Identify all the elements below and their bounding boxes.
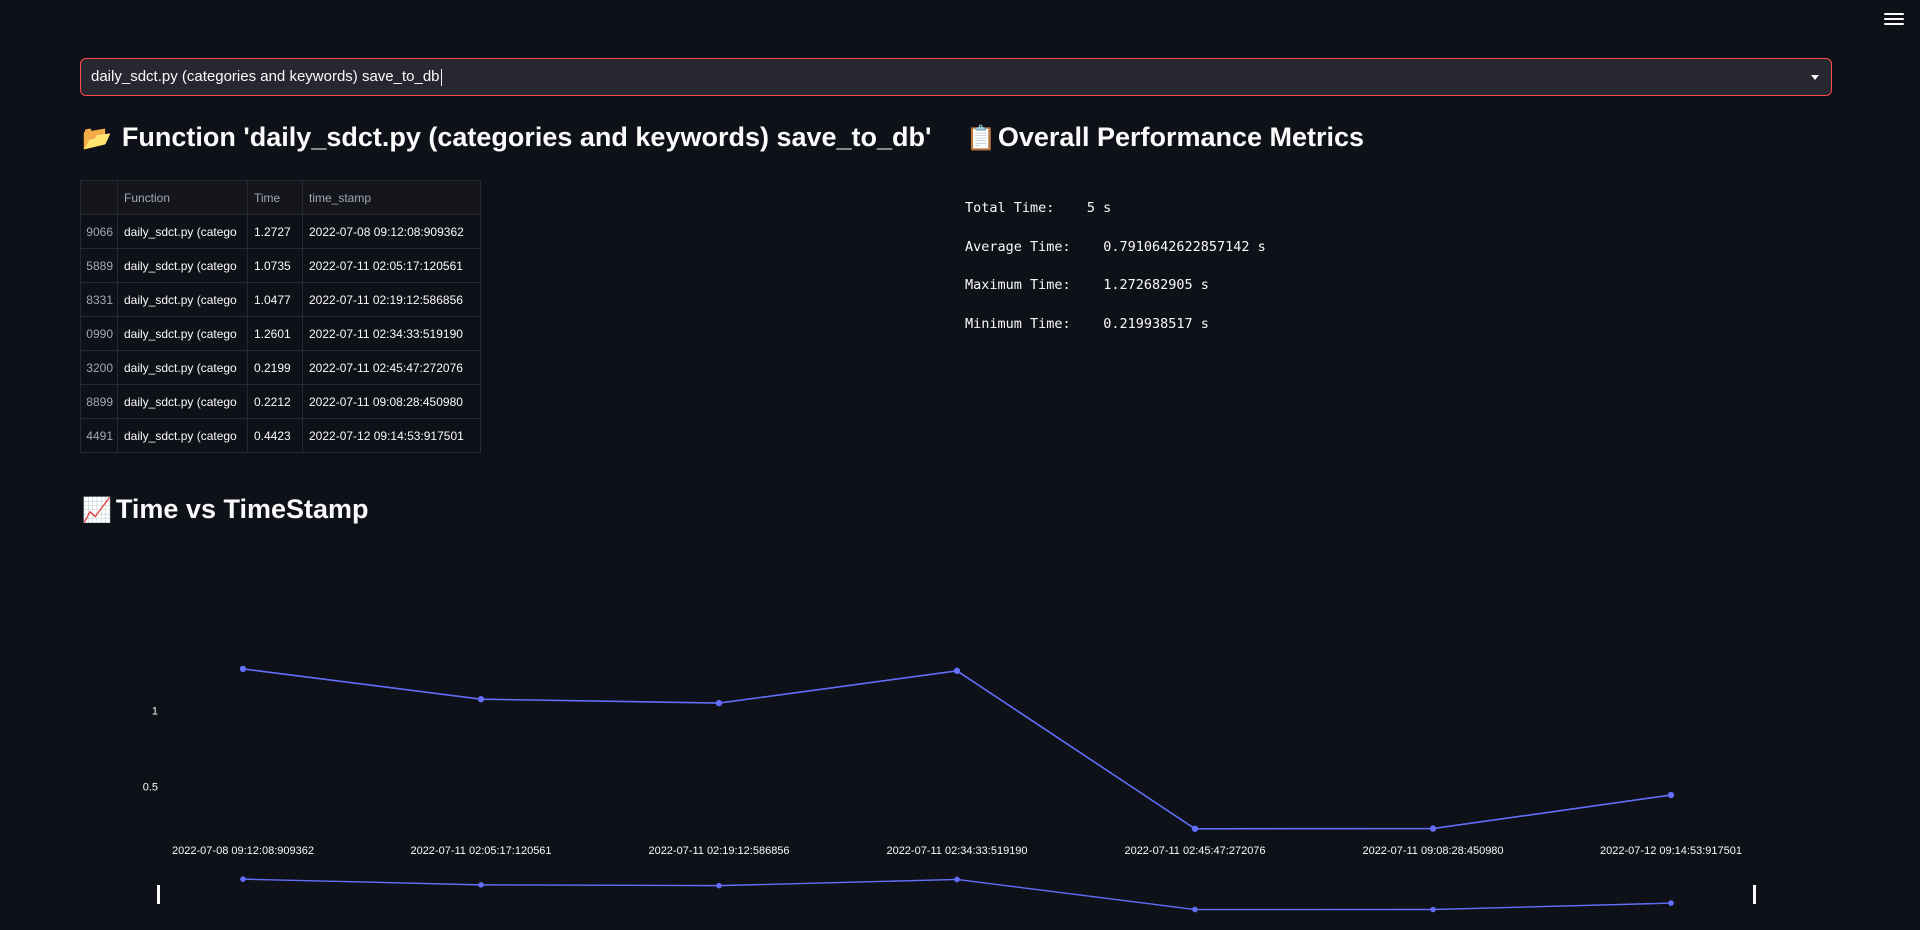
y-tick-label: 1 xyxy=(152,705,158,717)
x-tick-label: 2022-07-11 02:45:47:272076 xyxy=(1124,845,1265,857)
range-slider-point xyxy=(1192,906,1198,913)
range-slider-left-handle[interactable] xyxy=(157,885,160,904)
range-slider-point xyxy=(478,882,484,888)
x-tick-label: 2022-07-12 09:14:53:917501 xyxy=(1600,845,1742,857)
series-line xyxy=(242,668,1672,830)
data-point[interactable] xyxy=(477,695,485,703)
x-tick-label: 2022-07-11 02:19:12:586856 xyxy=(648,845,789,857)
data-point[interactable] xyxy=(1429,825,1437,832)
y-tick-label: 0.5 xyxy=(143,781,158,793)
range-slider-right-handle[interactable] xyxy=(1753,885,1756,904)
range-slider-point xyxy=(716,882,722,889)
x-tick-label: 2022-07-08 09:12:08:909362 xyxy=(172,845,314,857)
data-point[interactable] xyxy=(1191,825,1199,832)
range-slider-point xyxy=(1430,906,1436,913)
data-point[interactable] xyxy=(239,665,247,673)
data-point[interactable] xyxy=(953,667,961,675)
range-slider-line xyxy=(242,878,1672,911)
x-tick-label: 2022-07-11 09:08:28:450980 xyxy=(1362,845,1503,857)
data-point[interactable] xyxy=(1667,791,1675,799)
x-tick-label: 2022-07-11 02:05:17:120561 xyxy=(410,845,551,857)
range-slider-point xyxy=(954,876,960,883)
data-point[interactable] xyxy=(715,699,723,707)
range-slider-point xyxy=(1668,900,1674,906)
range-slider-point xyxy=(240,876,246,882)
time-vs-timestamp-chart[interactable]: 0.5 1 2022-07-08 09:12:08:909362 2022-07-11… xyxy=(0,0,1920,930)
x-tick-label: 2022-07-11 02:34:33:519190 xyxy=(886,845,1027,857)
